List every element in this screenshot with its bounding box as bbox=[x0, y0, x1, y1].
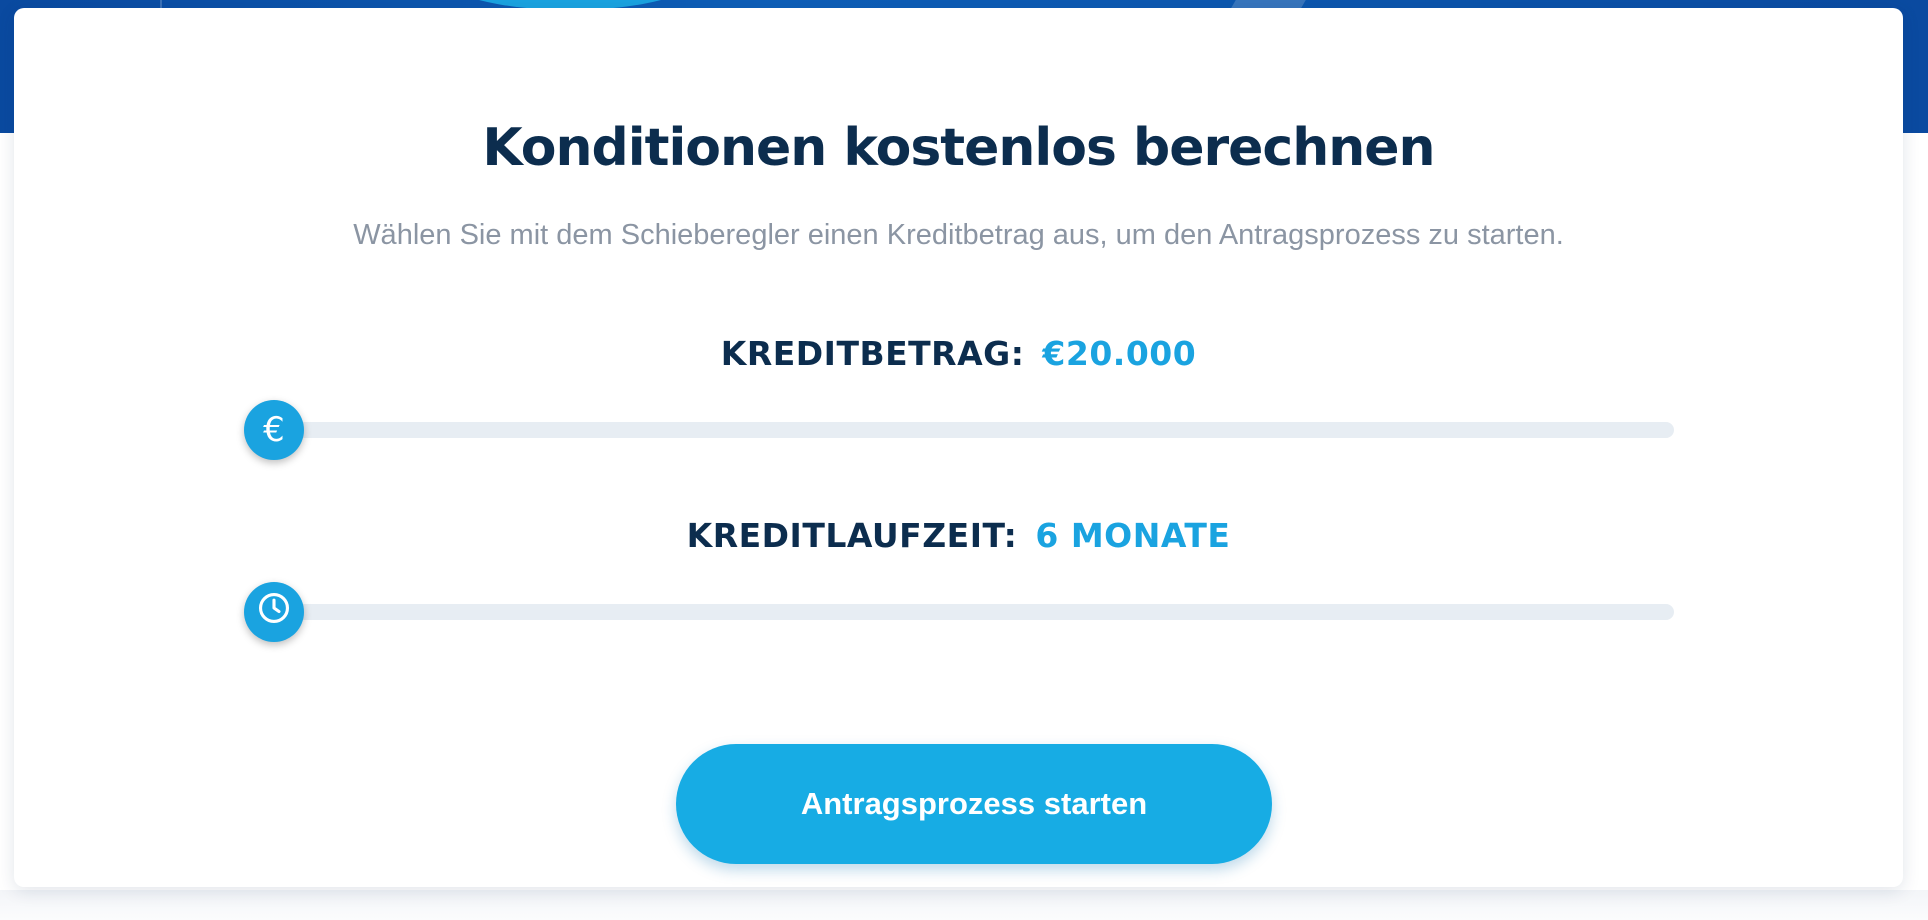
clock-icon bbox=[257, 591, 291, 634]
term-slider[interactable] bbox=[244, 582, 1674, 642]
term-label: KREDITLAUFZEIT: bbox=[686, 516, 1018, 555]
term-slider-thumb[interactable] bbox=[244, 582, 304, 642]
amount-slider-track[interactable] bbox=[274, 422, 1674, 438]
amount-slider-thumb[interactable]: € bbox=[244, 400, 304, 460]
term-slider-track[interactable] bbox=[274, 604, 1674, 620]
amount-label: KREDITBETRAG: bbox=[720, 334, 1025, 373]
amount-value: €20.000 bbox=[1042, 334, 1197, 373]
loan-calculator-card: Konditionen kostenlos berechnen Wählen S… bbox=[14, 8, 1903, 887]
page-background bbox=[0, 890, 1928, 920]
term-label-row: KREDITLAUFZEIT: 6 MONATE bbox=[14, 516, 1903, 555]
term-value: 6 MONATE bbox=[1035, 516, 1231, 555]
euro-icon: € bbox=[263, 410, 285, 450]
calculator-title: Konditionen kostenlos berechnen bbox=[482, 118, 1435, 178]
amount-label-row: KREDITBETRAG: €20.000 bbox=[14, 334, 1903, 373]
calculator-subtitle: Wählen Sie mit dem Schieberegler einen K… bbox=[353, 219, 1564, 251]
amount-slider[interactable]: € bbox=[244, 400, 1674, 460]
start-application-button[interactable]: Antragsprozess starten bbox=[676, 744, 1272, 864]
